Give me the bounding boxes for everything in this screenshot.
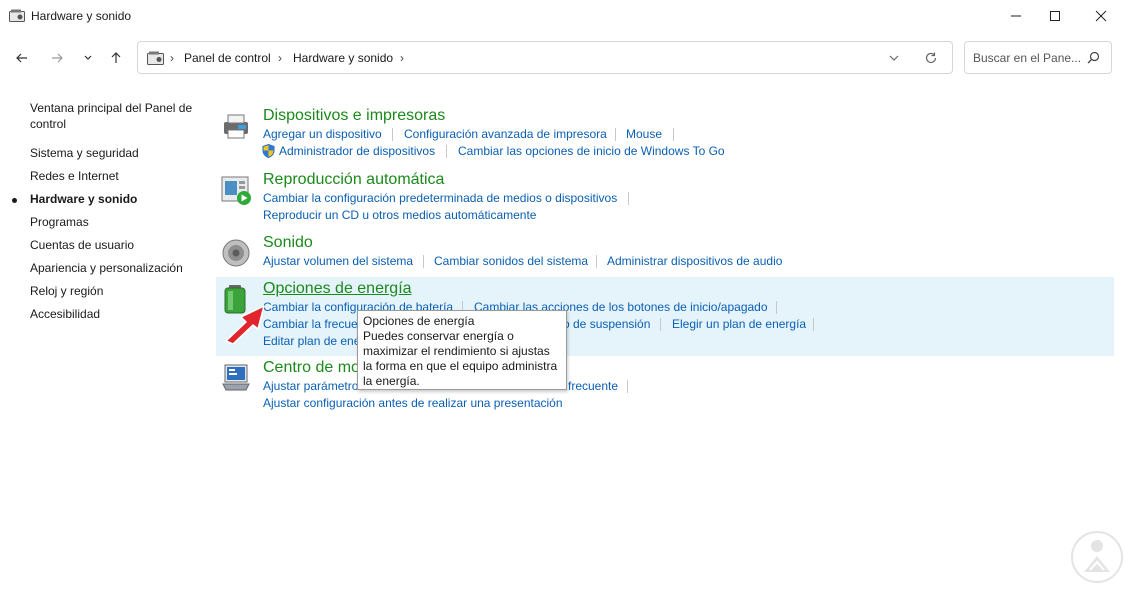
window-title: Hardware y sonido — [31, 9, 132, 23]
control-panel-icon — [9, 9, 25, 22]
tooltip: Opciones de energía Puedes conservar ene… — [357, 310, 567, 390]
watermark-logo — [1071, 531, 1123, 583]
arrow-up-icon — [111, 52, 121, 63]
autoplay-icon — [221, 176, 251, 205]
link-separator — [660, 318, 661, 331]
arrow-left-icon — [16, 53, 27, 63]
link-separator — [628, 192, 629, 205]
search-icon — [1087, 51, 1100, 64]
tooltip-body: Puedes conservar energía o maximizar el … — [363, 329, 558, 388]
navigation-bar: › Panel de control › Hardware y sonido ›… — [0, 40, 1125, 76]
refresh-icon[interactable] — [924, 51, 938, 65]
sidebar-item-apariencia[interactable]: Apariencia y personalización — [30, 260, 200, 276]
maximize-icon — [1050, 11, 1060, 21]
link-ajustar-parametros[interactable]: Ajustar parámetros — [263, 379, 364, 393]
category-title[interactable]: Sonido — [263, 234, 313, 252]
forward-button[interactable] — [47, 48, 67, 68]
link-frecuente[interactable]: frecuente — [568, 379, 618, 393]
active-bullet — [12, 198, 17, 203]
sidebar-item-hardware-y-sonido[interactable]: Hardware y sonido — [30, 191, 200, 207]
tooltip-title: Opciones de energía — [363, 314, 475, 328]
recent-locations-button[interactable] — [78, 48, 98, 68]
title-bar: Hardware y sonido — [0, 0, 1125, 32]
link-separator — [446, 145, 447, 158]
sidebar-item-sistema-y-seguridad[interactable]: Sistema y seguridad — [30, 145, 200, 161]
close-icon — [1095, 10, 1107, 22]
shield-icon — [262, 144, 275, 158]
link-config-predeterminada-medios[interactable]: Cambiar la configuración predeterminada … — [263, 191, 617, 205]
address-bar[interactable]: › Panel de control › Hardware y sonido › — [137, 41, 953, 74]
back-button[interactable] — [12, 48, 32, 68]
breadcrumb-separator: › — [278, 51, 282, 65]
link-agregar-dispositivo[interactable]: Agregar un dispositivo — [263, 127, 382, 141]
control-panel-icon — [147, 51, 164, 65]
minimize-icon — [1011, 15, 1021, 17]
link-separator — [627, 380, 628, 393]
annotation-arrow — [225, 305, 265, 344]
link-elegir-plan[interactable]: Elegir un plan de energía — [672, 317, 806, 331]
link-separator — [392, 128, 393, 141]
speaker-icon — [222, 239, 250, 267]
link-separator — [423, 255, 424, 268]
sidebar-item-redes-e-internet[interactable]: Redes e Internet — [30, 168, 200, 184]
link-separator — [615, 128, 616, 141]
close-button[interactable] — [1078, 0, 1124, 32]
link-reproducir-cd[interactable]: Reproducir un CD u otros medios automáti… — [263, 208, 536, 222]
sidebar-item-cuentas-de-usuario[interactable]: Cuentas de usuario — [30, 237, 200, 253]
maximize-button[interactable] — [1032, 0, 1078, 32]
link-separator — [596, 255, 597, 268]
link-mouse[interactable]: Mouse — [626, 127, 662, 141]
category-title[interactable]: Centro de mo — [263, 359, 360, 377]
sidebar-item-ventana-principal[interactable]: Ventana principal del Panel de control — [30, 100, 200, 132]
breadcrumb-hardware-y-sonido[interactable]: Hardware y sonido — [293, 51, 393, 65]
breadcrumb-separator: › — [170, 51, 174, 65]
category-title[interactable]: Dispositivos e impresoras — [263, 107, 445, 125]
chevron-down-icon — [84, 55, 92, 60]
printer-icon — [224, 114, 248, 139]
chevron-down-icon[interactable] — [888, 52, 900, 64]
sidebar-item-accesibilidad[interactable]: Accesibilidad — [30, 306, 200, 322]
link-administrar-audio[interactable]: Administrar dispositivos de audio — [607, 254, 782, 268]
link-ajustar-presentacion[interactable]: Ajustar configuración antes de realizar … — [263, 396, 563, 410]
link-separator — [776, 301, 777, 314]
link-ajustar-volumen[interactable]: Ajustar volumen del sistema — [263, 254, 413, 268]
mobility-center-icon — [222, 364, 250, 391]
link-configuracion-impresora[interactable]: Configuración avanzada de impresora — [404, 127, 607, 141]
arrow-right-icon — [52, 53, 63, 63]
breadcrumb-separator: › — [400, 51, 404, 65]
link-windows-to-go[interactable]: Cambiar las opciones de inicio de Window… — [458, 144, 725, 158]
search-placeholder: Buscar en el Pane... — [973, 51, 1082, 65]
breadcrumb-panel-de-control[interactable]: Panel de control — [184, 51, 271, 65]
up-button[interactable] — [106, 48, 126, 68]
search-box[interactable]: Buscar en el Pane... — [964, 41, 1112, 74]
link-separator — [673, 128, 674, 141]
link-administrador-dispositivos[interactable]: Administrador de dispositivos — [279, 144, 435, 158]
link-separator — [813, 318, 814, 331]
category-title[interactable]: Reproducción automática — [263, 171, 444, 189]
sidebar-item-reloj-y-region[interactable]: Reloj y región — [30, 283, 200, 299]
link-cambiar-sonidos[interactable]: Cambiar sonidos del sistema — [434, 254, 588, 268]
category-title[interactable]: Opciones de energía — [263, 280, 412, 298]
link-suspension[interactable]: o de suspensión — [563, 317, 650, 331]
sidebar-item-programas[interactable]: Programas — [30, 214, 200, 230]
